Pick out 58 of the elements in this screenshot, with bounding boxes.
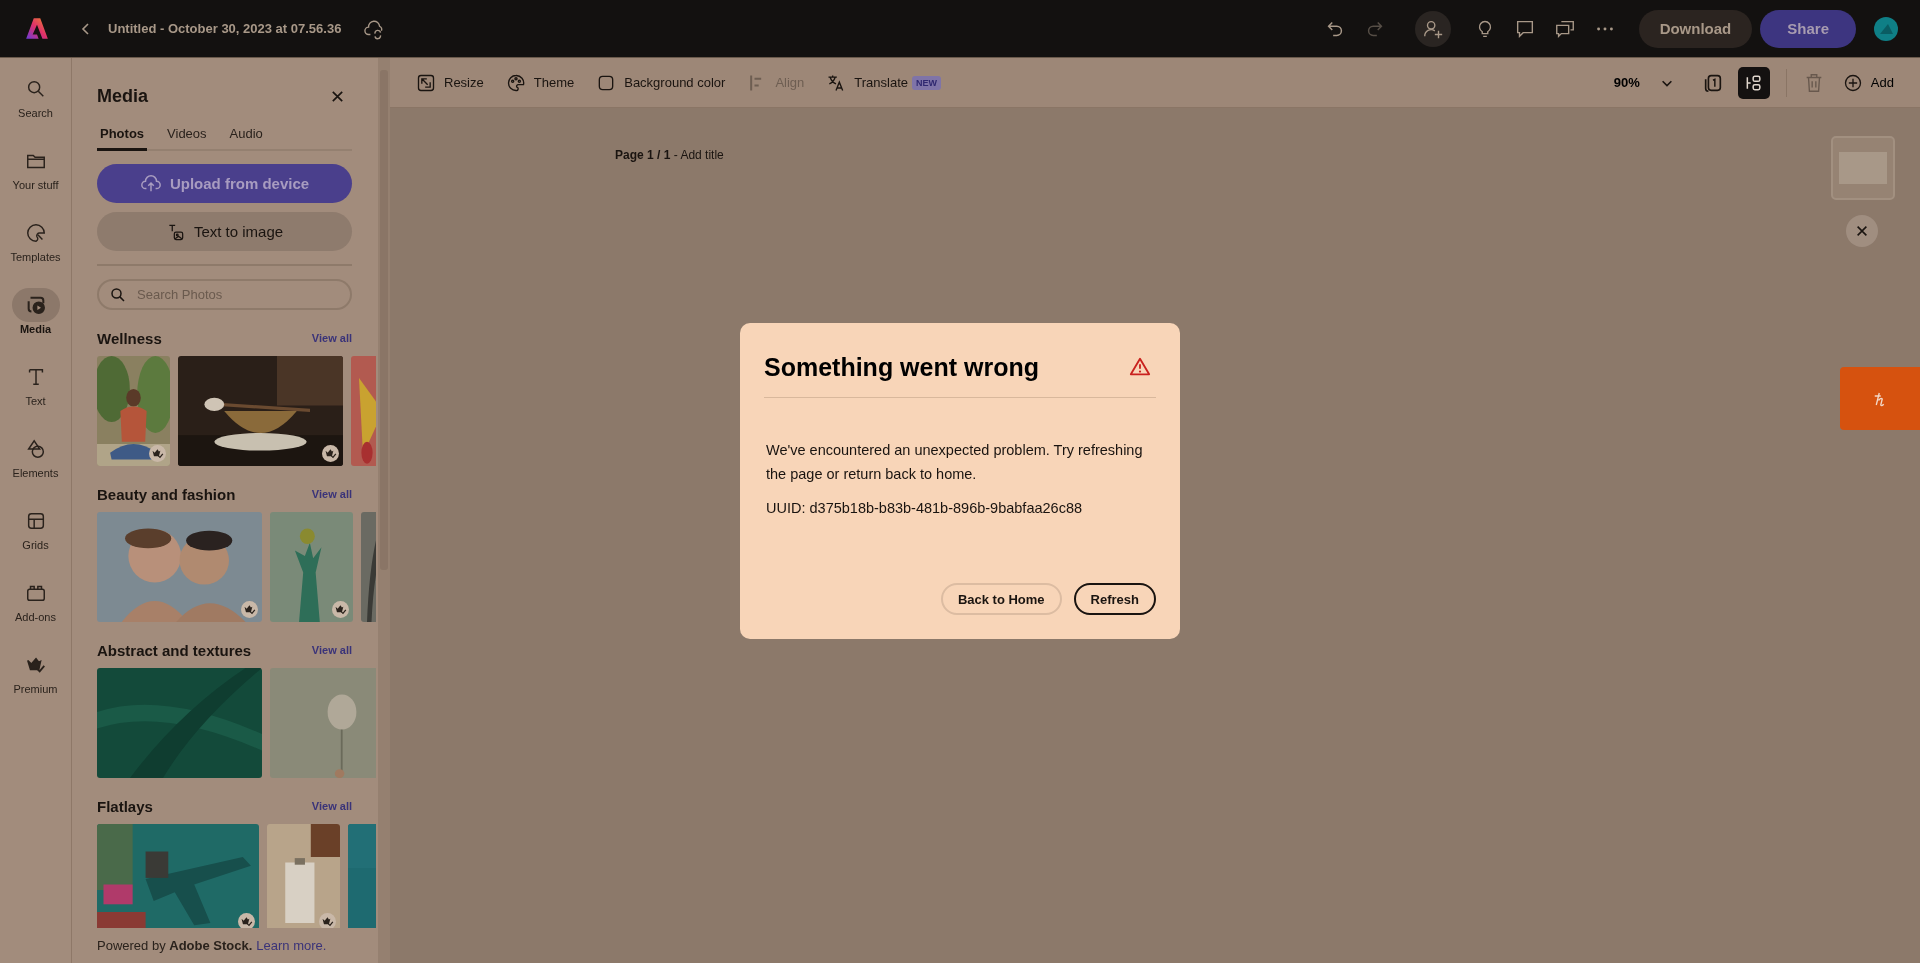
section-title: Flatlays <box>97 797 153 815</box>
theme-icon <box>505 72 526 93</box>
rail-item[interactable]: Media <box>0 282 71 354</box>
refresh-button[interactable]: Refresh <box>1073 583 1156 615</box>
zoom-dropdown[interactable]: 90% <box>1607 74 1680 91</box>
document-title[interactable]: Untitled - October 30, 2023 at 07.56.36 <box>108 21 342 36</box>
dialog-title: Something went wrong <box>764 352 1039 382</box>
app-logo[interactable] <box>24 15 50 42</box>
section-title: Abstract and textures <box>97 641 252 659</box>
rail-item[interactable]: Your stuff <box>0 138 71 210</box>
section-title: Wellness <box>97 329 162 347</box>
page-label[interactable]: Page 1 / 1 - Add title <box>615 148 724 162</box>
rail-item[interactable]: Grids <box>0 498 71 570</box>
search-field[interactable]: Search Photos <box>97 279 352 310</box>
page-thumbnail[interactable] <box>1831 136 1895 200</box>
view-all-link[interactable]: View all <box>311 488 352 500</box>
rail-item[interactable]: Search <box>0 66 71 138</box>
learn-more-link[interactable]: Learn more. <box>256 938 327 953</box>
toolbar-button[interactable]: Resize <box>416 72 484 93</box>
share-button[interactable]: Share <box>1760 9 1856 48</box>
rail-item[interactable]: Templates <box>0 210 71 282</box>
media-tab[interactable]: Photos <box>97 120 148 151</box>
warning-icon <box>1129 356 1151 378</box>
rail-item[interactable]: Elements <box>0 426 71 498</box>
download-button[interactable]: Download <box>1638 9 1753 48</box>
toolbar-button[interactable]: Background color <box>596 72 726 93</box>
search-icon <box>109 286 127 304</box>
add-button[interactable]: Add <box>1842 72 1894 93</box>
close-icon[interactable] <box>330 88 345 104</box>
palette-icon <box>24 222 47 244</box>
dialog-message: We've encountered an unexpected problem. Try refreshing the page or return back to home. <box>766 441 1144 484</box>
scrollbar[interactable] <box>378 58 390 963</box>
plus-icon <box>1842 72 1863 93</box>
panel-title: Media <box>97 85 148 107</box>
rail-item[interactable]: Add-ons <box>0 570 71 642</box>
footer-text: Powered by Adobe Stock. <box>97 938 253 953</box>
media-tab[interactable]: Audio <box>226 120 266 151</box>
view-all-link[interactable]: View all <box>311 644 352 656</box>
text-to-image-button[interactable]: Text to image <box>97 212 352 251</box>
new-badge: NEW <box>912 75 942 90</box>
section-title: Beauty and fashion <box>97 485 236 503</box>
media-tab[interactable]: Videos <box>164 120 210 151</box>
upload-button[interactable]: Upload from device <box>97 164 352 203</box>
toolbar-button[interactable]: Translate NEW <box>826 72 942 93</box>
view-all-link[interactable]: View all <box>311 332 352 344</box>
rail-item[interactable]: Text <box>0 354 71 426</box>
back-home-button[interactable]: Back to Home <box>940 583 1062 615</box>
layers-button[interactable] <box>1737 66 1770 99</box>
toolbar-button[interactable]: Theme <box>505 72 575 93</box>
close-icon <box>1855 224 1869 238</box>
view-all-link[interactable]: View all <box>311 800 352 812</box>
resize-icon <box>416 72 436 93</box>
shapes-icon <box>24 438 47 460</box>
rail-item[interactable]: Premium <box>0 642 71 714</box>
dialog-uuid: UUID: d375b18b-b83b-481b-896b-9babfaa26c88 <box>766 499 1084 518</box>
close-button[interactable] <box>1846 215 1878 247</box>
avatar[interactable] <box>1874 16 1898 41</box>
invite-button[interactable] <box>1414 10 1451 47</box>
